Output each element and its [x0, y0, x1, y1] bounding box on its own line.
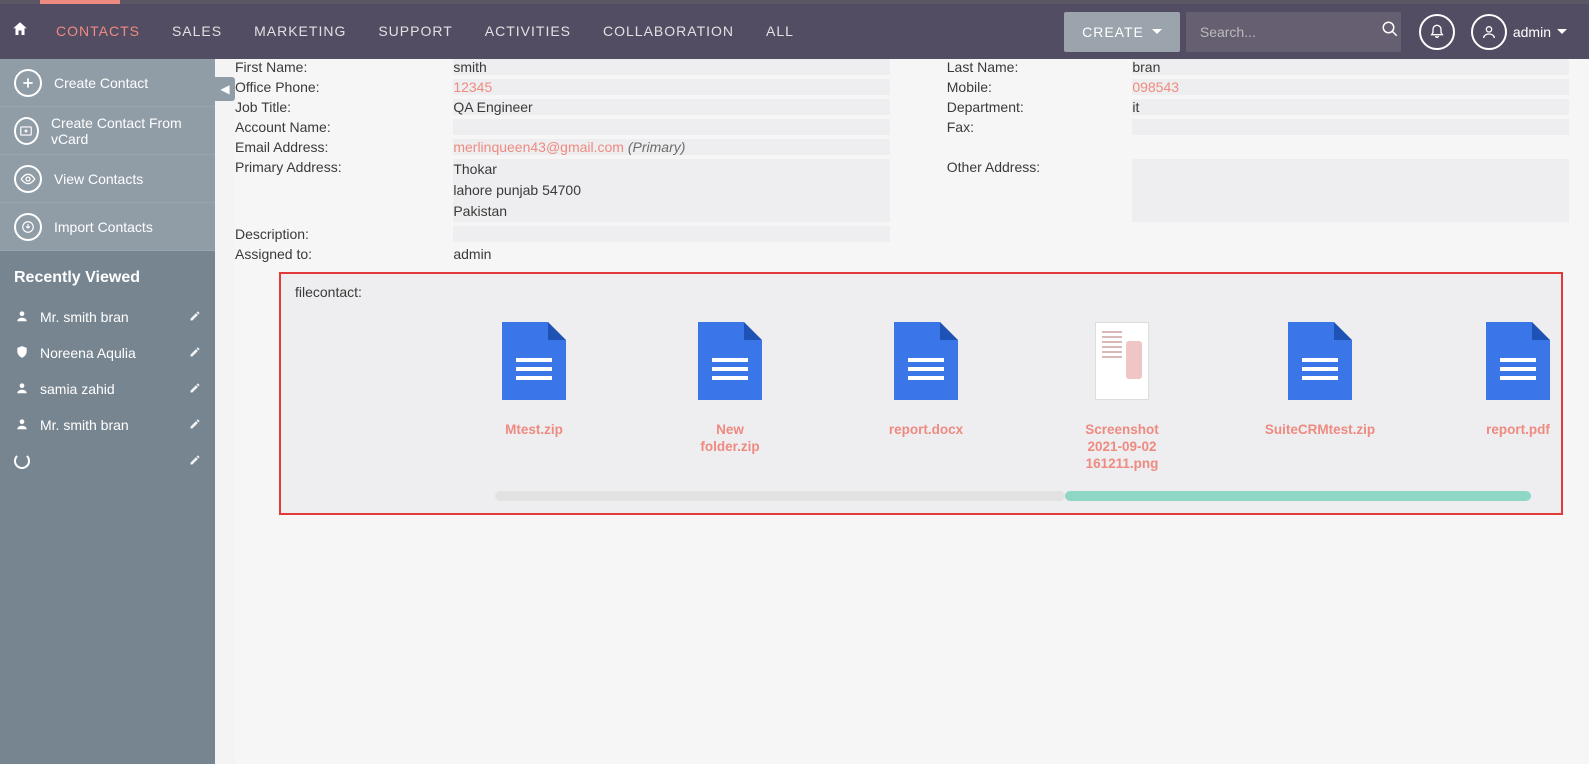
- field-value: [1132, 119, 1569, 135]
- chevron-down-icon: [1557, 29, 1567, 34]
- document-file-icon: [502, 322, 566, 400]
- nav-all[interactable]: ALL: [750, 4, 810, 59]
- document-file-icon: [1288, 322, 1352, 400]
- edit-icon[interactable]: [189, 382, 201, 397]
- field-value: it: [1132, 99, 1569, 115]
- sidebar-action-create-contact[interactable]: Create Contact: [0, 59, 215, 107]
- phone-link[interactable]: 098543: [1132, 79, 1179, 95]
- field-label: Department:: [947, 99, 1133, 115]
- nav-sales[interactable]: SALES: [156, 4, 238, 59]
- nav-activities[interactable]: ACTIVITIES: [469, 4, 587, 59]
- field-label: Description:: [235, 226, 453, 242]
- field-value: QA Engineer: [453, 99, 890, 115]
- nav-collaboration[interactable]: COLLABORATION: [587, 4, 750, 59]
- person-icon: [14, 381, 30, 398]
- recent-item[interactable]: samia zahid: [0, 371, 215, 407]
- email-link[interactable]: merlinqueen43@gmail.com: [453, 139, 624, 155]
- file-name: report.pdf: [1486, 422, 1550, 439]
- field-value: 098543: [1132, 79, 1569, 95]
- nav-contacts[interactable]: CONTACTS: [40, 4, 156, 59]
- user-name: admin: [1513, 24, 1551, 40]
- phone-link[interactable]: 12345: [453, 79, 492, 95]
- field-value: [453, 226, 890, 242]
- field-label: Office Phone:: [235, 79, 453, 95]
- search-icon[interactable]: [1381, 20, 1399, 43]
- search-input[interactable]: [1200, 24, 1381, 40]
- sidebar-action-view-contacts[interactable]: View Contacts: [0, 155, 215, 203]
- field-value: 12345: [453, 79, 890, 95]
- edit-icon[interactable]: [189, 454, 201, 469]
- file-name: SuiteCRMtest.zip: [1265, 422, 1375, 439]
- field-label: Email Address:: [235, 139, 453, 155]
- file-item[interactable]: SuiteCRMtest.zip: [1275, 322, 1365, 473]
- topbar: CONTACTSSALESMARKETINGSUPPORTACTIVITIESC…: [0, 4, 1589, 59]
- search-box[interactable]: [1186, 12, 1401, 52]
- create-label: CREATE: [1082, 24, 1144, 40]
- field-value: smith: [453, 59, 890, 75]
- vcard-icon: [14, 117, 39, 145]
- plus-icon: [14, 69, 42, 97]
- file-name: report.docx: [889, 422, 963, 439]
- field-value: [453, 119, 890, 135]
- file-item[interactable]: Mtest.zip: [491, 322, 577, 473]
- field-value: [1132, 159, 1569, 222]
- main-content: First Name:smith Last Name:bran Office Pho…: [235, 59, 1589, 764]
- file-item[interactable]: Screenshot 2021-09-02 161211.png: [1079, 322, 1165, 473]
- recent-item[interactable]: Noreena Aqulia: [0, 335, 215, 371]
- recently-viewed-title: Recently Viewed: [0, 251, 215, 299]
- field-value: merlinqueen43@gmail.com (Primary): [453, 139, 890, 155]
- sidebar-action-create-contact-from-vcard[interactable]: Create Contact From vCard: [0, 107, 215, 155]
- filecontact-section: filecontact: Mtest.zip New folder.zip repo…: [279, 272, 1563, 515]
- sidebar-action-import-contacts[interactable]: Import Contacts: [0, 203, 215, 251]
- user-menu[interactable]: admin: [1471, 14, 1581, 50]
- chevron-down-icon: [1152, 29, 1162, 34]
- file-name: New folder.zip: [687, 422, 773, 456]
- notifications-button[interactable]: [1419, 14, 1455, 50]
- field-label: First Name:: [235, 59, 453, 75]
- field-label: Last Name:: [947, 59, 1133, 75]
- file-name: Mtest.zip: [505, 422, 563, 439]
- recent-item[interactable]: Mr. smith bran: [0, 407, 215, 443]
- field-value: admin: [453, 246, 890, 262]
- filecontact-label: filecontact:: [295, 284, 1561, 300]
- edit-icon[interactable]: [189, 418, 201, 433]
- person-icon: [14, 309, 30, 326]
- field-label: Account Name:: [235, 119, 453, 135]
- document-file-icon: [1486, 322, 1550, 400]
- nav-marketing[interactable]: MARKETING: [238, 4, 362, 59]
- sidebar-collapse: ◀: [215, 59, 235, 764]
- user-avatar-icon: [1471, 14, 1507, 50]
- field-label: Mobile:: [947, 79, 1133, 95]
- recent-item[interactable]: Mr. smith bran: [0, 299, 215, 335]
- home-icon[interactable]: [0, 20, 40, 43]
- download-icon: [14, 213, 42, 241]
- image-file-icon: [1095, 322, 1149, 400]
- document-file-icon: [894, 322, 958, 400]
- file-item[interactable]: report.pdf: [1475, 322, 1561, 473]
- shield-icon: [14, 345, 30, 362]
- nav-support[interactable]: SUPPORT: [362, 4, 468, 59]
- edit-icon[interactable]: [189, 346, 201, 361]
- person-icon: [14, 417, 30, 434]
- collapse-handle[interactable]: ◀: [215, 77, 235, 101]
- field-value: bran: [1132, 59, 1569, 75]
- spinner-icon: [14, 453, 30, 469]
- field-value: Thokarlahore punjab 54700Pakistan: [453, 159, 890, 222]
- field-label: Assigned to:: [235, 246, 453, 262]
- bell-icon: [1429, 22, 1445, 41]
- file-scrollbar[interactable]: [495, 491, 1531, 501]
- field-label: Fax:: [947, 119, 1133, 135]
- recent-item[interactable]: [0, 443, 215, 479]
- file-name: Screenshot 2021-09-02 161211.png: [1079, 422, 1165, 473]
- file-item[interactable]: report.docx: [883, 322, 969, 473]
- file-item[interactable]: New folder.zip: [687, 322, 773, 473]
- field-label: Primary Address:: [235, 159, 453, 222]
- edit-icon[interactable]: [189, 310, 201, 325]
- sidebar: Create ContactCreate Contact From vCardV…: [0, 59, 215, 764]
- field-label: Job Title:: [235, 99, 453, 115]
- document-file-icon: [698, 322, 762, 400]
- create-button[interactable]: CREATE: [1064, 12, 1180, 52]
- field-label: Other Address:: [947, 159, 1133, 222]
- eye-icon: [14, 165, 42, 193]
